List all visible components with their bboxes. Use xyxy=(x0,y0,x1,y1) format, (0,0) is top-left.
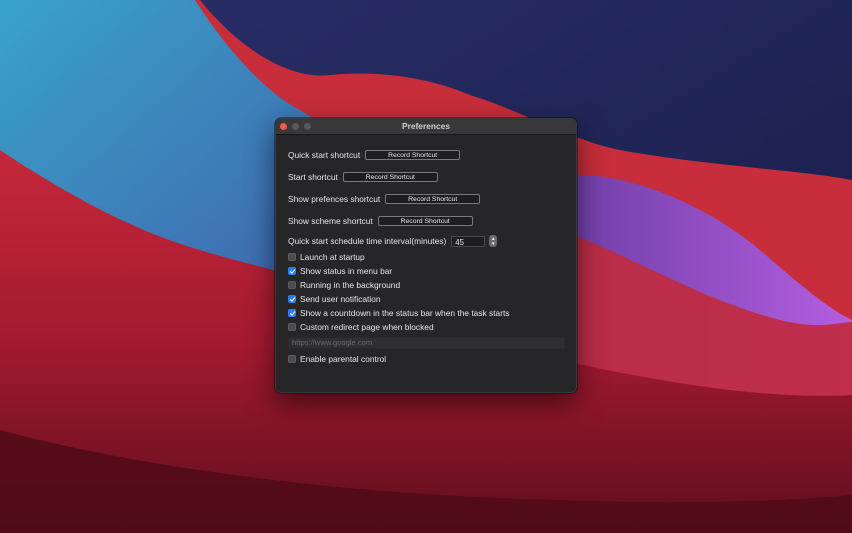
start-shortcut-row: Start shortcut Record Shortcut xyxy=(288,171,438,183)
show-scheme-record-button[interactable]: Record Shortcut xyxy=(377,216,473,226)
running-background-checkbox[interactable] xyxy=(288,281,296,289)
show-preferences-shortcut-label: Show prefences shortcut xyxy=(288,194,381,204)
window-title: Preferences xyxy=(402,121,450,131)
checkmark-icon xyxy=(289,268,295,274)
show-preferences-shortcut-row: Show prefences shortcut Record Shortcut xyxy=(288,193,481,205)
interval-row: Quick start schedule time interval(minut… xyxy=(288,235,498,247)
custom-redirect-option[interactable]: Custom redirect page when blocked xyxy=(288,321,434,333)
quick-start-record-button[interactable]: Record Shortcut xyxy=(365,150,461,160)
quick-start-shortcut-label: Quick start shortcut xyxy=(288,150,361,160)
interval-stepper[interactable]: ▲ ▼ xyxy=(489,235,498,247)
show-preferences-record-button[interactable]: Record Shortcut xyxy=(385,194,481,204)
stepper-down-icon[interactable]: ▼ xyxy=(490,241,496,246)
preferences-window: Preferences Quick start shortcut Record … xyxy=(275,118,577,393)
running-background-label: Running in the background xyxy=(300,280,401,290)
parental-control-checkbox[interactable] xyxy=(288,355,296,363)
launch-at-startup-label: Launch at startup xyxy=(300,252,365,262)
checkmark-icon xyxy=(289,310,295,316)
start-shortcut-label: Start shortcut xyxy=(288,172,338,182)
show-status-menu-bar-option[interactable]: Show status in menu bar xyxy=(288,265,392,277)
show-status-menu-bar-label: Show status in menu bar xyxy=(300,266,393,276)
show-scheme-shortcut-row: Show scheme shortcut Record Shortcut xyxy=(288,215,473,227)
custom-redirect-checkbox[interactable] xyxy=(288,323,296,331)
countdown-checkbox[interactable] xyxy=(288,309,296,317)
send-notification-label: Send user notification xyxy=(300,294,381,304)
launch-at-startup-checkbox[interactable] xyxy=(288,253,296,261)
parental-control-option[interactable]: Enable parental control xyxy=(288,353,386,365)
show-scheme-shortcut-label: Show scheme shortcut xyxy=(288,216,373,226)
checkmark-icon xyxy=(289,296,295,302)
send-notification-checkbox[interactable] xyxy=(288,295,296,303)
interval-label: Quick start schedule time interval(minut… xyxy=(288,236,447,246)
countdown-label: Show a countdown in the status bar when … xyxy=(300,308,510,318)
custom-redirect-label: Custom redirect page when blocked xyxy=(300,322,434,332)
redirect-url-input[interactable]: https://www.google.com xyxy=(288,337,565,349)
title-bar[interactable]: Preferences xyxy=(276,119,576,135)
quick-start-shortcut-row: Quick start shortcut Record Shortcut xyxy=(288,149,461,161)
parental-control-label: Enable parental control xyxy=(300,354,387,364)
send-notification-option[interactable]: Send user notification xyxy=(288,293,381,305)
launch-at-startup-option[interactable]: Launch at startup xyxy=(288,251,365,263)
interval-input[interactable]: 45 xyxy=(451,235,486,247)
show-status-menu-bar-checkbox[interactable] xyxy=(288,267,296,275)
countdown-option[interactable]: Show a countdown in the status bar when … xyxy=(288,307,510,319)
running-background-option[interactable]: Running in the background xyxy=(288,279,400,291)
start-record-button[interactable]: Record Shortcut xyxy=(342,172,438,182)
